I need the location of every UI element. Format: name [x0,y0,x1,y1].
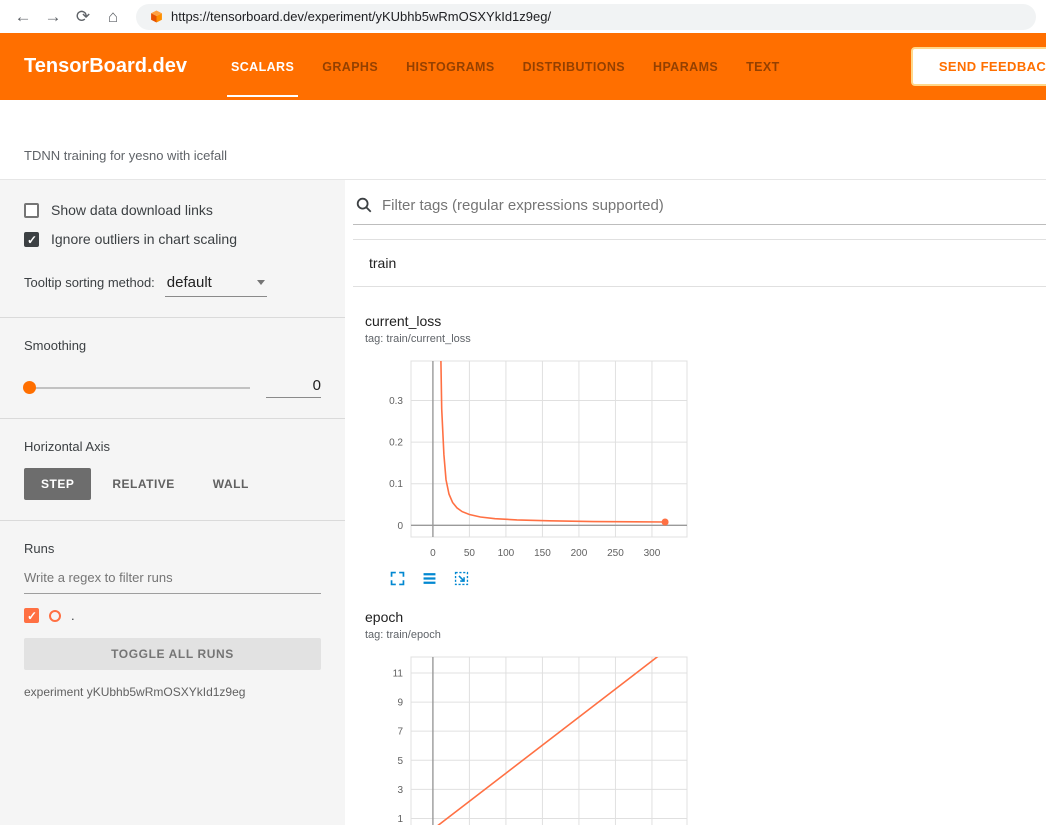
tab-graphs[interactable]: GRAPHS [308,33,392,100]
tab-text[interactable]: TEXT [732,33,794,100]
horizontal-axis-label: Horizontal Axis [24,439,321,454]
expand-icon[interactable] [389,570,406,587]
svg-text:300: 300 [644,548,661,559]
svg-text:0.2: 0.2 [389,438,403,449]
chart-card-epoch: epochtag: train/epoch0501001502002503001… [353,597,703,825]
svg-text:3: 3 [397,785,403,796]
url-text: https://tensorboard.dev/experiment/yKUbh… [171,9,551,24]
divider [0,317,345,318]
send-feedback-button[interactable]: SEND FEEDBACK [911,47,1046,86]
axis-wall-button[interactable]: WALL [196,468,266,500]
smoothing-slider-thumb[interactable] [23,381,36,394]
divider [0,418,345,419]
refresh-icon[interactable]: ⟳ [70,4,96,30]
svg-text:0.1: 0.1 [389,479,403,490]
run-name: . [71,608,75,623]
svg-text:250: 250 [607,548,624,559]
horizontal-axis-buttons: STEP RELATIVE WALL [24,468,321,500]
tooltip-sorting-row: Tooltip sorting method: default [24,273,321,297]
chart-plot-current_loss[interactable]: 0 50 100 150 200 250 300 0 0.1 0.2 0.3 [365,353,695,565]
svg-text:200: 200 [571,548,588,559]
experiment-id-line: experiment yKUbhb5wRmOSXYkId1z9eg [24,685,321,699]
app-header: TensorBoard.dev SCALARS GRAPHS HISTOGRAM… [0,33,1046,100]
svg-text:0: 0 [397,521,403,532]
nav-tabs: SCALARS GRAPHS HISTOGRAMS DISTRIBUTIONS … [217,33,911,100]
subtitle-band: TDNN training for yesno with icefall [0,100,1046,180]
fit-domain-icon[interactable] [453,570,470,587]
svg-text:0: 0 [430,548,436,559]
chart-plot-epoch[interactable]: 0501001502002503001357911 [365,649,695,825]
svg-text:100: 100 [498,548,515,559]
filter-tags-input[interactable] [382,197,1046,214]
ignore-outliers-checkbox[interactable] [24,232,39,247]
tab-hparams[interactable]: HPARAMS [639,33,732,100]
svg-text:5: 5 [397,756,403,767]
content: Show data download links Ignore outliers… [0,180,1046,825]
site-favicon-icon [150,10,163,23]
axis-relative-button[interactable]: RELATIVE [95,468,191,500]
show-download-links-label: Show data download links [51,202,213,218]
address-bar[interactable]: https://tensorboard.dev/experiment/yKUbh… [136,4,1036,30]
tab-scalars[interactable]: SCALARS [217,33,308,100]
svg-text:50: 50 [464,548,476,559]
chart-toolbar [365,565,699,595]
chevron-down-icon [257,280,265,285]
page: ← → ⟳ ⌂ https://tensorboard.dev/experime… [0,0,1046,825]
back-icon[interactable]: ← [10,4,36,30]
sidebar: Show data download links Ignore outliers… [0,180,345,825]
chart-title: epoch [365,609,699,625]
runs-label: Runs [24,541,321,556]
run-color-circle[interactable] [49,610,61,622]
train-section-header[interactable]: train [353,240,1046,287]
search-icon [355,196,373,214]
runs-filter-input[interactable] [24,560,321,594]
chart-tag: tag: train/current_loss [365,333,699,345]
app-title: TensorBoard.dev [24,55,187,78]
smoothing-value[interactable]: 0 [266,377,321,398]
axis-step-button[interactable]: STEP [24,468,91,500]
tooltip-sorting-value: default [167,274,212,291]
svg-text:7: 7 [397,727,403,738]
tooltip-sorting-label: Tooltip sorting method: [24,275,155,290]
divider [0,520,345,521]
toggle-all-runs-button[interactable]: TOGGLE ALL RUNS [24,638,321,670]
tab-distributions[interactable]: DISTRIBUTIONS [509,33,639,100]
ignore-outliers-label: Ignore outliers in chart scaling [51,231,237,247]
charts-grid: current_losstag: train/current_loss05010… [353,287,1046,825]
main-panel: train current_loss tag: train/current_los… [345,180,1046,825]
smoothing-label: Smoothing [24,338,321,353]
run-checkbox[interactable] [24,608,39,623]
smoothing-slider[interactable] [24,387,250,389]
chart-tag: tag: train/epoch [365,629,699,641]
ignore-outliers-row[interactable]: Ignore outliers in chart scaling [24,231,321,247]
smoothing-slider-row: 0 [24,377,321,398]
tooltip-sorting-select[interactable]: default [165,273,267,297]
svg-text:11: 11 [393,669,404,680]
svg-text:1: 1 [397,814,403,825]
data-table-icon[interactable] [421,570,438,587]
tab-histograms[interactable]: HISTOGRAMS [392,33,509,100]
home-icon[interactable]: ⌂ [100,4,126,30]
svg-text:9: 9 [397,698,403,709]
show-download-links-checkbox[interactable] [24,203,39,218]
svg-text:0.3: 0.3 [389,396,403,407]
experiment-description: TDNN training for yesno with icefall [24,148,227,163]
chart-title: current_loss [365,313,699,329]
show-download-links-row[interactable]: Show data download links [24,202,321,218]
svg-text:150: 150 [534,548,551,559]
filter-tags-row [353,190,1046,225]
browser-bar: ← → ⟳ ⌂ https://tensorboard.dev/experime… [0,0,1046,33]
forward-icon[interactable]: → [40,4,66,30]
run-row: . [24,608,321,623]
train-section: train current_loss tag: train/current_los… [353,239,1046,825]
chart-card-current_loss: current_loss tag: train/current_loss 0 50 10… [353,301,703,597]
